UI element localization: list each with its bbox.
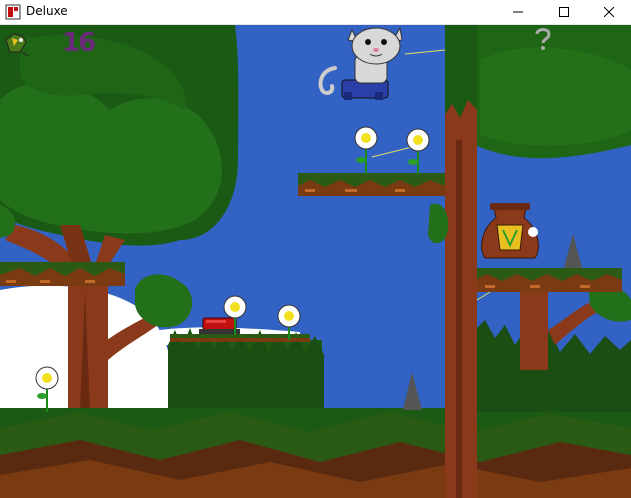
left-tree-canopy — [0, 25, 239, 246]
minimize-icon — [513, 11, 523, 13]
window-title: Deluxe — [26, 4, 68, 18]
right-platform — [475, 268, 622, 292]
close-icon — [604, 7, 614, 17]
red-switch-button[interactable] — [199, 317, 240, 334]
title-bar: Deluxe — [0, 0, 631, 25]
left-platform — [0, 262, 125, 286]
game-canvas[interactable] — [0, 25, 631, 498]
game-window: Deluxe 16 — [0, 0, 631, 498]
maximize-icon — [559, 7, 569, 17]
score-counter: 16 — [62, 28, 96, 58]
ground — [0, 408, 631, 498]
close-button[interactable] — [586, 0, 631, 24]
grass-mound — [168, 328, 324, 412]
app-icon — [5, 4, 21, 20]
upper-platform — [298, 173, 445, 196]
maximize-button[interactable] — [541, 0, 587, 24]
minimize-button[interactable] — [495, 0, 541, 24]
